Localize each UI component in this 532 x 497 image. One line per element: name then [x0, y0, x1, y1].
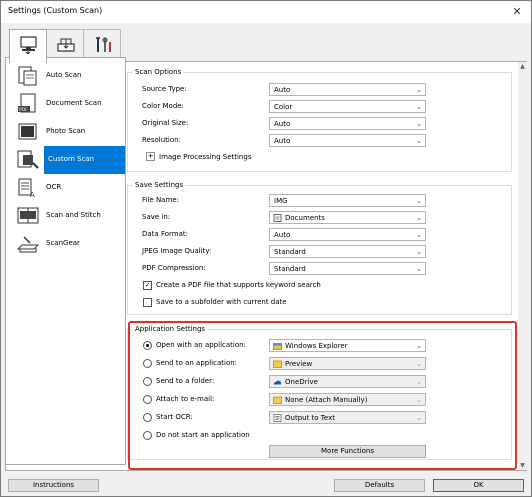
scan-mode-list: Auto Scan PDF Document Scan Photo Scan C…	[5, 57, 126, 465]
vertical-scrollbar[interactable]: ▲ ▼	[518, 62, 527, 470]
sidebar-item-label: Custom Scan	[44, 146, 125, 174]
data-format-value: Auto	[274, 231, 291, 239]
create-pdf-keyword-label: Create a PDF file that supports keyword …	[156, 281, 321, 289]
sidebar-item-custom-scan[interactable]: Custom Scan	[6, 146, 125, 174]
pdf-compression-label: PDF Compression:	[142, 264, 206, 272]
data-format-select[interactable]: Auto ⌄	[269, 228, 426, 241]
instructions-button[interactable]: Instructions	[8, 479, 99, 492]
defaults-button[interactable]: Defaults	[334, 479, 425, 492]
resolution-label: Resolution:	[142, 136, 181, 144]
scanner-tray-icon	[57, 38, 75, 52]
sidebar-item-label: Scan and Stitch	[46, 211, 101, 219]
chevron-down-icon: ⌄	[416, 265, 422, 273]
settings-window: Settings (Custom Scan) ✕ Auto Scan PDF D…	[0, 0, 532, 497]
save-in-label: Save in:	[142, 213, 171, 221]
jpeg-quality-label: JPEG Image Quality:	[142, 247, 212, 255]
sidebar-item-ocr[interactable]: A OCR	[6, 174, 125, 202]
sidebar-item-label: OCR	[46, 183, 62, 191]
save-subfolder-label: Save to a subfolder with current date	[156, 298, 287, 306]
color-mode-value: Color	[274, 103, 293, 111]
pdf-compression-select[interactable]: Standard ⌄	[269, 262, 426, 275]
chevron-down-icon: ⌄	[416, 86, 422, 94]
scan-and-stitch-icon	[17, 207, 39, 224]
file-name-combo[interactable]: IMG ⌄	[269, 194, 426, 207]
original-size-select[interactable]: Auto ⌄	[269, 117, 426, 130]
sidebar-item-label: Auto Scan	[46, 71, 82, 79]
save-subfolder-checkbox[interactable]	[143, 298, 152, 307]
scroll-down-icon[interactable]: ▼	[518, 461, 527, 470]
save-in-select[interactable]: Documents ⌄	[269, 211, 426, 224]
file-name-value: IMG	[274, 197, 288, 205]
chevron-down-icon: ⌄	[416, 231, 422, 239]
file-name-label: File Name:	[142, 196, 179, 204]
scroll-up-icon[interactable]: ▲	[518, 62, 527, 71]
sidebar-item-label: Photo Scan	[46, 127, 86, 135]
expand-image-processing-button[interactable]: +	[146, 152, 155, 161]
data-format-label: Data Format:	[142, 230, 188, 238]
svg-text:PDF: PDF	[19, 107, 28, 113]
pdf-compression-value: Standard	[274, 265, 306, 273]
tools-icon	[96, 37, 111, 52]
svg-text:A: A	[30, 191, 35, 199]
window-title: Settings (Custom Scan)	[8, 6, 103, 15]
photo-scan-icon	[18, 123, 37, 140]
documents-folder-icon	[273, 214, 282, 222]
chevron-down-icon: ⌄	[416, 137, 422, 145]
source-type-select[interactable]: Auto ⌄	[269, 83, 426, 96]
ok-button[interactable]: OK	[433, 479, 524, 492]
application-settings-highlight	[128, 321, 517, 470]
sidebar-item-auto-scan[interactable]: Auto Scan	[6, 62, 125, 90]
chevron-down-icon: ⌄	[416, 214, 422, 222]
sidebar-item-label: ScanGear	[46, 239, 80, 247]
chevron-down-icon: ⌄	[416, 103, 422, 111]
sidebar-item-scan-and-stitch[interactable]: Scan and Stitch	[6, 202, 125, 230]
jpeg-quality-value: Standard	[274, 248, 306, 256]
custom-scan-icon	[17, 150, 39, 169]
close-icon[interactable]: ✕	[509, 4, 525, 20]
sidebar-item-photo-scan[interactable]: Photo Scan	[6, 118, 125, 146]
save-settings-title: Save Settings	[133, 181, 186, 189]
color-mode-select[interactable]: Color ⌄	[269, 100, 426, 113]
auto-scan-icon	[18, 66, 37, 86]
resolution-select[interactable]: Auto ⌄	[269, 134, 426, 147]
scan-from-computer-tab[interactable]	[9, 29, 47, 63]
ocr-icon: A	[18, 178, 35, 199]
scan-options-title: Scan Options	[133, 68, 184, 76]
scangear-icon	[16, 236, 40, 253]
save-in-value: Documents	[285, 214, 325, 222]
resolution-value: Auto	[274, 137, 291, 145]
save-settings-group: Save Settings File Name: IMG ⌄ Save in: D…	[127, 181, 512, 315]
chevron-down-icon: ⌄	[416, 248, 422, 256]
original-size-value: Auto	[274, 120, 291, 128]
create-pdf-keyword-checkbox[interactable]: ✓	[143, 281, 152, 290]
jpeg-quality-select[interactable]: Standard ⌄	[269, 245, 426, 258]
original-size-label: Original Size:	[142, 119, 189, 127]
source-type-label: Source Type:	[142, 85, 187, 93]
chevron-down-icon: ⌄	[416, 197, 422, 205]
sidebar-item-document-scan[interactable]: PDF Document Scan	[6, 90, 125, 118]
image-processing-label: Image Processing Settings	[159, 153, 252, 161]
document-scan-icon: PDF	[18, 93, 36, 113]
computer-scan-icon	[20, 36, 37, 54]
chevron-down-icon: ⌄	[416, 120, 422, 128]
title-bar: Settings (Custom Scan) ✕	[1, 1, 531, 23]
source-type-value: Auto	[274, 86, 291, 94]
sidebar-item-label: Document Scan	[46, 99, 102, 107]
scan-options-group: Scan Options Source Type: Auto ⌄ Color Mo…	[127, 68, 512, 172]
color-mode-label: Color Mode:	[142, 102, 184, 110]
sidebar-item-scangear[interactable]: ScanGear	[6, 230, 125, 258]
